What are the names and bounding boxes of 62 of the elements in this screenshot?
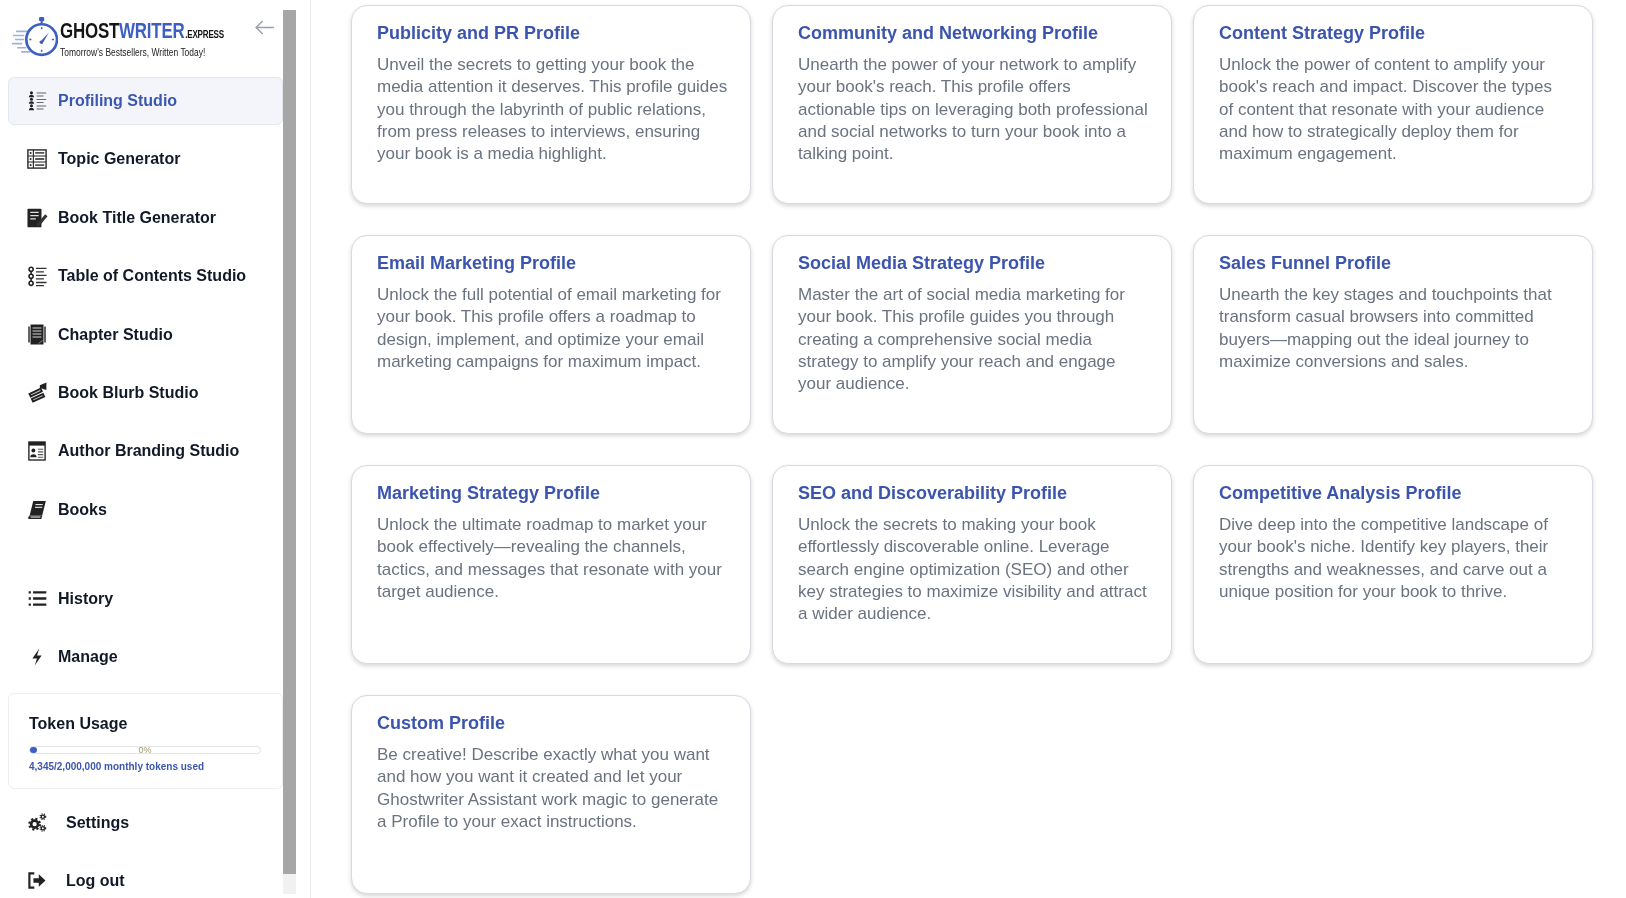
token-percent: 0% [138, 744, 152, 755]
profile-description: Unearth the key stages and touchpoints that transform casual browsers into committed buyers—mapping out the ideal journey to maximize conversions and sales. [1219, 284, 1553, 373]
logo-wordmark: GHOSTWRITER.EXPRESS [60, 19, 224, 45]
token-usage-summary: 4,345/2,000,000 monthly tokens used [29, 760, 206, 773]
nav-item[interactable]: Settings [8, 805, 283, 840]
profile-title: SEO and Discoverability Profile [798, 482, 1069, 504]
nav-item[interactable]: Log out [8, 863, 283, 898]
person-list-icon [27, 91, 47, 111]
nav-item[interactable]: History [8, 574, 283, 623]
connected-list-icon [27, 265, 47, 287]
profile-description: Master the art of social media marketing for your book. This profile guides you through creating a comprehensive social media strategy to amplify your reach and engage your audience. [798, 284, 1126, 396]
profile-card[interactable]: Custom Profile Be creative! Describe exactly what you want and how you want it created and let your Ghostwriter Assistant work magic to generate a Profile to your exact instructions. [351, 695, 751, 894]
nav-item[interactable]: Book Title Generator [8, 193, 283, 242]
profile-description: Unveil the secrets to getting your book the media attention it deserves. This profile guides you through the labyrinth of public relations, from press releases to interviews, ensuring your book is a media highlight. [377, 54, 728, 166]
profile-title: Social Media Strategy Profile [798, 252, 1047, 274]
profile-card[interactable]: Sales Funnel Profile Unearth the key stages and touchpoints that transform casual browsers into committed buyers—mapping out the ideal journey to maximize conversions and sales. [1193, 235, 1593, 434]
profile-card[interactable] [1193, 5, 1593, 204]
nav-item[interactable]: Book Blurb Studio [8, 368, 283, 417]
nav-item[interactable]: Profiling Studio [8, 77, 283, 125]
profile-description: Unlock the power of content to amplify your book's reach and impact. Discover the types of content that resonate with your audience and how to strategically deploy them for maximum engagement. [1219, 54, 1554, 166]
profile-card[interactable] [772, 5, 1172, 204]
profile-card[interactable] [772, 235, 1172, 434]
profile-description: Unearth the power of your network to amplify your book's reach. This profile offers actionable tips on leveraging both professional and social networks to turn your book into a talking point. [798, 54, 1149, 166]
profile-description: Unlock the full potential of email marketing for your book. This profile offers a roadmap to design, implement, and optimize your email marketing campaigns for maximum impact. [377, 284, 722, 373]
profile-title: Community and Networking Profile [798, 22, 1100, 44]
exit-arrow-icon [28, 872, 46, 890]
profile-card[interactable] [1193, 465, 1593, 664]
profile-title: Content Strategy Profile [1219, 22, 1427, 44]
profile-card[interactable]: Email Marketing Profile Unlock the full potential of email marketing for your book. This profile offers a roadmap to design, implement, and optimize your email marketing campaigns for maximum impact. [351, 235, 751, 434]
book-pen-icon [26, 207, 48, 228]
nav-item[interactable]: Chapter Studio [8, 310, 283, 359]
nav-item[interactable]: Topic Generator [8, 135, 283, 184]
book-icon [28, 500, 46, 519]
profile-title: Marketing Strategy Profile [377, 482, 602, 504]
token-usage-title: Token Usage [29, 714, 129, 733]
stopwatch-icon [12, 17, 58, 57]
document-icon [28, 324, 46, 346]
profile-description: Dive deep into the competitive landscape of your book's niche. Identify key players, their strengths and weaknesses, and carve out a unique position for your book to thrive. [1219, 514, 1550, 603]
profile-title: Custom Profile [377, 712, 506, 734]
nav-item[interactable]: Table of Contents Studio [8, 252, 283, 301]
book-stack-icon [27, 382, 47, 404]
profile-card[interactable] [351, 5, 751, 204]
profile-description: Unlock the ultimate roadmap to market your book effectively—revealing the channels, tactics, and messages that resonate with your target audience. [377, 514, 723, 603]
profile-page-icon [28, 441, 46, 462]
numbered-list-icon [27, 149, 47, 170]
nav-item[interactable]: Author Branding Studio [8, 427, 283, 476]
logo-tagline: Tomorrow's Bestsellers, Written Today! [60, 46, 206, 58]
nav-item[interactable]: Manage [8, 633, 283, 682]
profile-title: Email Marketing Profile [377, 252, 578, 274]
profile-title: Competitive Analysis Profile [1219, 482, 1463, 504]
lightning-icon [32, 648, 42, 667]
profile-card[interactable] [772, 465, 1172, 664]
profile-title: Publicity and PR Profile [377, 22, 582, 44]
collapse-button[interactable] [254, 20, 275, 35]
settings-icon [27, 813, 47, 833]
profile-description: Be creative! Describe exactly what you want and how you want it created and let your Ghostwriter Assistant work magic to generate a Profile to your exact instructions. [377, 744, 720, 833]
list-icon [27, 591, 47, 607]
profile-title: Sales Funnel Profile [1219, 252, 1393, 274]
profile-card[interactable]: Marketing Strategy Profile Unlock the ultimate roadmap to market your book effectively—revealing the channels, tactics, and messages that resonate with your target audience. [351, 465, 751, 664]
arrow-left-icon [254, 20, 275, 35]
nav-item[interactable]: Books [8, 485, 283, 534]
profile-description: Unlock the secrets to making your book effortlessly discoverable online. Leverage search engine optimization (SEO) and other key strategies to maximize visibility and attract a wider audience. [798, 514, 1148, 626]
